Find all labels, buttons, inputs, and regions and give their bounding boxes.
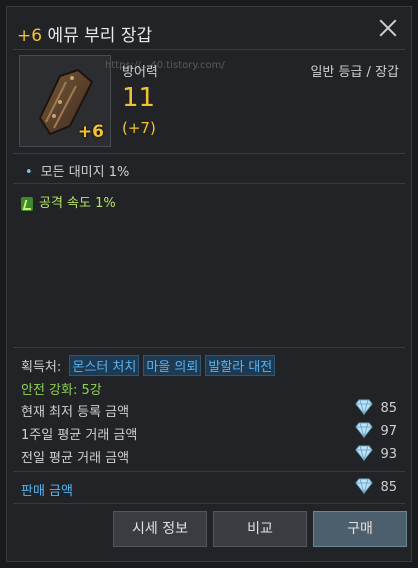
option-text: 공격 속도 1% (39, 196, 116, 211)
divider (13, 153, 405, 154)
item-title: +6 에뮤 부리 장갑 (17, 21, 152, 46)
price-label: 1주일 평균 거래 금액 (21, 428, 138, 443)
diamond-icon (355, 399, 373, 415)
divider (13, 183, 405, 184)
sale-price-value: 85 (380, 480, 397, 495)
price-row-current-lowest: 현재 최저 등록 금액 85 (21, 399, 397, 420)
close-icon[interactable] (377, 17, 399, 39)
item-grade: 일반 등급 / 장갑 (310, 65, 399, 80)
divider (13, 49, 405, 50)
sale-price-label: 판매 금액 (21, 484, 73, 499)
enhance-badge: +6 (77, 122, 104, 142)
title-enhance-level: +6 (17, 26, 43, 46)
price-label: 전일 평균 거래 금액 (21, 451, 130, 466)
buy-button[interactable]: 구매 (313, 511, 407, 547)
stat-bonus: (+7) (122, 119, 156, 137)
diamond-icon (355, 445, 373, 461)
option-attack-speed: 공격 속도 1% (21, 192, 116, 211)
divider (13, 503, 405, 504)
price-row-sale: 판매 금액 85 (21, 478, 397, 499)
divider (13, 347, 405, 348)
divider (13, 471, 405, 472)
source-valhalla[interactable]: 발할라 대전 (205, 355, 276, 376)
price-value: 85 (380, 401, 397, 416)
stat-label: 방어력 (122, 65, 158, 80)
source-village-quest[interactable]: 마을 의뢰 (143, 355, 202, 376)
item-tooltip-panel: +6 에뮤 부리 장갑 +6 https://...40.tistory.com… (6, 6, 412, 562)
price-row-week-avg: 1주일 평균 거래 금액 97 (21, 422, 397, 443)
acquisition-label: 획득처: (21, 360, 62, 375)
item-image: +6 (19, 55, 111, 147)
diamond-icon (355, 478, 373, 494)
price-value: 97 (380, 424, 397, 439)
compare-button[interactable]: 비교 (213, 511, 307, 547)
acquisition-sources: 획득처: 몬스터 처치 마을 의뢰 발할라 대전 (21, 355, 276, 376)
bullet-icon: • (25, 165, 33, 180)
safe-enhance: 안전 강화: 5강 (21, 383, 102, 398)
price-value: 93 (380, 447, 397, 462)
green-option-icon (21, 196, 33, 211)
market-info-button[interactable]: 시세 정보 (113, 511, 207, 547)
option-all-damage: • 모든 대미지 1% (25, 161, 129, 180)
title-item-name: 에뮤 부리 장갑 (47, 26, 153, 46)
stat-value: 11 (122, 83, 156, 113)
option-text: 모든 대미지 1% (40, 165, 130, 180)
source-monster[interactable]: 몬스터 처치 (69, 355, 140, 376)
price-row-prev-day-avg: 전일 평균 거래 금액 93 (21, 445, 397, 466)
price-label: 현재 최저 등록 금액 (21, 405, 130, 420)
diamond-icon (355, 422, 373, 438)
